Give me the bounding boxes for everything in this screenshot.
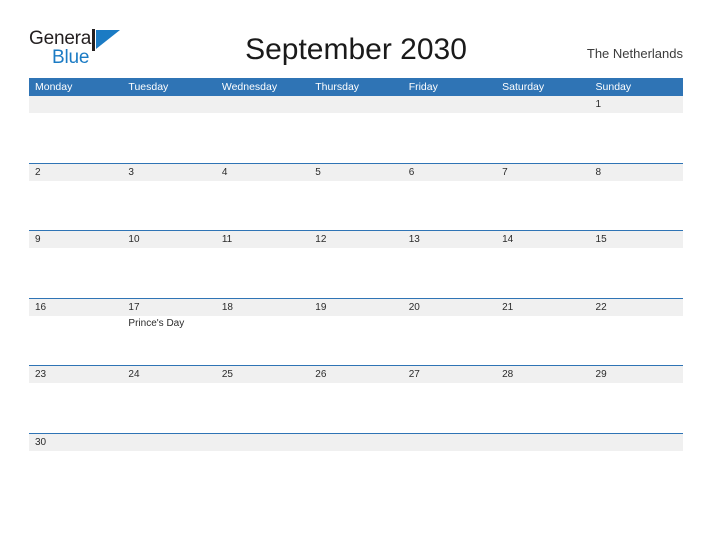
day-cell-empty bbox=[590, 434, 683, 476]
day-cell[interactable]: 12 bbox=[309, 231, 402, 298]
day-cell[interactable]: 5 bbox=[309, 164, 402, 231]
day-number: 5 bbox=[315, 166, 321, 178]
day-number: 21 bbox=[502, 301, 514, 313]
day-number: 24 bbox=[128, 369, 140, 380]
day-cell-empty bbox=[496, 434, 589, 476]
weekday-header-row: Monday Tuesday Wednesday Thursday Friday Satu… bbox=[29, 78, 683, 96]
day-cell[interactable]: 24 bbox=[122, 366, 215, 433]
weekday-header-monday: Monday bbox=[35, 81, 73, 93]
day-cell[interactable]: 21 bbox=[496, 299, 589, 366]
day-number: 15 bbox=[595, 234, 607, 245]
day-cell[interactable]: 17 Prince's Day bbox=[122, 299, 215, 366]
day-cell-empty bbox=[403, 434, 496, 476]
day-cell-group: 9 10 11 12 13 14 15 bbox=[29, 231, 683, 298]
calendar-event[interactable]: Prince's Day bbox=[128, 317, 211, 330]
day-number: 1 bbox=[595, 99, 602, 110]
day-cell[interactable]: 29 bbox=[590, 366, 683, 433]
day-cell[interactable]: 25 bbox=[216, 366, 309, 433]
day-number: 13 bbox=[408, 234, 420, 245]
day-number: 27 bbox=[408, 369, 420, 380]
day-cell[interactable]: 6 bbox=[403, 164, 496, 231]
day-cell-group: 16 17 Prince's Day 18 19 20 21 22 bbox=[29, 299, 683, 366]
day-cell[interactable]: 15 bbox=[590, 231, 683, 298]
day-cell-empty bbox=[122, 96, 215, 163]
day-cell[interactable]: 26 bbox=[309, 366, 402, 433]
day-cell[interactable]: 9 bbox=[29, 231, 122, 298]
calendar-week-row: 9 10 11 12 13 14 15 bbox=[29, 230, 683, 298]
day-number: 2 bbox=[35, 166, 41, 178]
day-cell[interactable]: 11 bbox=[216, 231, 309, 298]
day-number: 11 bbox=[221, 234, 233, 245]
weekday-header-tuesday: Tuesday bbox=[128, 81, 169, 93]
day-cell[interactable]: 27 bbox=[403, 366, 496, 433]
day-cell[interactable]: 10 bbox=[122, 231, 215, 298]
day-number: 6 bbox=[408, 166, 415, 178]
day-number: 19 bbox=[315, 301, 327, 313]
day-cell-empty bbox=[496, 96, 589, 163]
day-cell[interactable]: 1 bbox=[590, 96, 683, 163]
calendar-page: General Blue September 2030 The Netherla… bbox=[0, 0, 712, 550]
day-cell[interactable]: 8 bbox=[590, 164, 683, 231]
day-number: 30 bbox=[35, 436, 47, 448]
day-number: 3 bbox=[128, 166, 134, 178]
day-number: 8 bbox=[595, 166, 602, 178]
day-cell[interactable]: 18 bbox=[216, 299, 309, 366]
day-cell-empty bbox=[309, 96, 402, 163]
weekday-header-sunday: Sunday bbox=[595, 81, 632, 93]
day-number: 22 bbox=[595, 301, 607, 313]
day-cell[interactable]: 30 bbox=[29, 434, 122, 476]
page-header: General Blue September 2030 The Netherla… bbox=[0, 0, 712, 78]
day-event-list: Prince's Day bbox=[128, 317, 211, 330]
calendar-week-row: 1 bbox=[29, 96, 683, 163]
day-cell[interactable]: 22 bbox=[590, 299, 683, 366]
day-cell[interactable]: 14 bbox=[496, 231, 589, 298]
day-number: 9 bbox=[35, 234, 41, 245]
day-cell-empty bbox=[216, 434, 309, 476]
day-number: 25 bbox=[221, 369, 233, 380]
day-number: 12 bbox=[315, 234, 327, 245]
calendar-region-label: The Netherlands bbox=[586, 46, 683, 61]
day-cell[interactable]: 20 bbox=[403, 299, 496, 366]
day-cell[interactable]: 13 bbox=[403, 231, 496, 298]
day-cell[interactable]: 16 bbox=[29, 299, 122, 366]
day-cell-empty bbox=[122, 434, 215, 476]
day-number: 29 bbox=[595, 369, 607, 380]
day-number: 4 bbox=[221, 166, 228, 178]
day-cell[interactable]: 23 bbox=[29, 366, 122, 433]
weekday-header-thursday: Thursday bbox=[315, 81, 360, 93]
day-number: 16 bbox=[35, 301, 47, 313]
day-number: 28 bbox=[502, 369, 514, 380]
day-cell-group: 1 bbox=[29, 96, 683, 163]
day-cell[interactable]: 3 bbox=[122, 164, 215, 231]
day-number: 14 bbox=[502, 234, 514, 245]
day-cell-group: 30 bbox=[29, 434, 683, 476]
day-number: 7 bbox=[502, 166, 508, 178]
day-cell[interactable]: 4 bbox=[216, 164, 309, 231]
day-number: 23 bbox=[35, 369, 47, 380]
day-number: 10 bbox=[128, 234, 140, 245]
day-cell-group: 23 24 25 26 27 28 29 bbox=[29, 366, 683, 433]
calendar-week-row: 23 24 25 26 27 28 29 bbox=[29, 365, 683, 433]
day-number: 20 bbox=[408, 301, 420, 313]
day-cell-empty bbox=[216, 96, 309, 163]
day-cell-empty bbox=[309, 434, 402, 476]
day-cell[interactable]: 7 bbox=[496, 164, 589, 231]
calendar-week-row: 16 17 Prince's Day 18 19 20 21 22 bbox=[29, 297, 683, 366]
day-cell[interactable]: 2 bbox=[29, 164, 122, 231]
calendar-weeks: 1 2 3 4 5 6 7 8 9 10 11 12 13 14 15 16 17 Prince's Day 18 1… bbox=[29, 96, 683, 476]
day-number: 18 bbox=[221, 301, 233, 313]
calendar-week-row: 2 3 4 5 6 7 8 bbox=[29, 162, 683, 231]
day-cell-empty bbox=[403, 96, 496, 163]
calendar-week-row: 30 bbox=[29, 432, 683, 476]
calendar-grid: Monday Tuesday Wednesday Thursday Friday Satu… bbox=[29, 78, 683, 476]
day-number: 26 bbox=[315, 369, 327, 380]
day-cell-group: 2 3 4 5 6 7 8 bbox=[29, 164, 683, 231]
day-cell[interactable]: 19 bbox=[309, 299, 402, 366]
weekday-header-saturday: Saturday bbox=[502, 81, 545, 93]
day-cell[interactable]: 28 bbox=[496, 366, 589, 433]
weekday-header-friday: Friday bbox=[408, 81, 438, 93]
day-cell-empty bbox=[29, 96, 122, 163]
day-number: 17 bbox=[128, 301, 140, 313]
weekday-header-wednesday: Wednesday bbox=[221, 81, 278, 93]
